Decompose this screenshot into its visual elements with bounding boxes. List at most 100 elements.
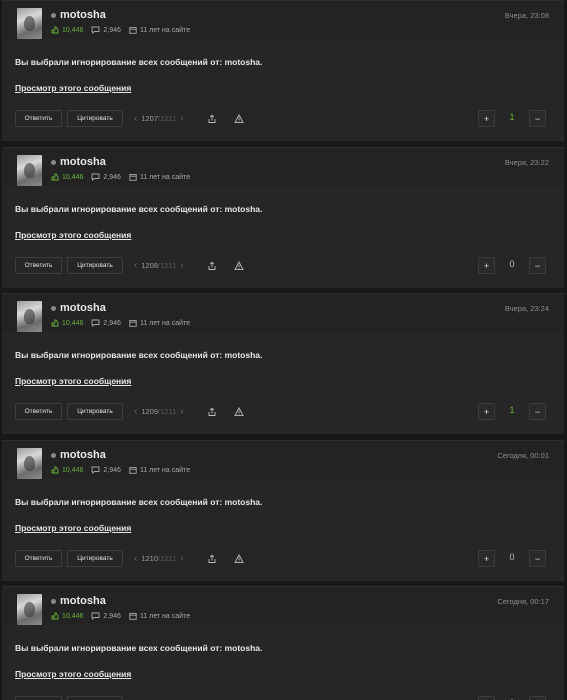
quote-button[interactable]: Цитировать (67, 550, 123, 567)
post-number: 1208 (141, 261, 159, 270)
vote-down-button[interactable]: − (529, 110, 546, 127)
on-site-stat: 11 лет на сайте (129, 319, 190, 327)
vote-up-button[interactable]: + (478, 696, 495, 700)
chevron-left-icon[interactable]: ‹ (134, 260, 137, 271)
view-message-link[interactable]: Просмотр этого сообщения (15, 230, 131, 240)
chevron-right-icon[interactable]: › (180, 553, 183, 564)
posts-count: 2,946 (103, 26, 121, 34)
reputation-value: 10,446 (62, 173, 84, 181)
post-body: Вы выбрали игнорирование всех сообщений … (2, 625, 564, 700)
vote-up-button[interactable]: + (478, 257, 495, 274)
avatar[interactable] (17, 448, 42, 479)
share-icon[interactable] (206, 553, 217, 564)
post-header: motosha Вчера, 23:22 10,446 2,946 11 лет… (2, 148, 564, 186)
reply-button[interactable]: Ответить (15, 110, 62, 127)
warning-icon[interactable] (233, 553, 244, 564)
post-card: motosha Вчера, 23:08 10,446 2,946 11 лет… (2, 0, 564, 141)
reply-button[interactable]: Ответить (15, 403, 62, 420)
username[interactable]: motosha (60, 449, 106, 461)
reputation-stat: 10,446 (51, 173, 83, 181)
reputation-stat: 10,446 (51, 26, 83, 34)
reply-button[interactable]: Ответить (15, 550, 62, 567)
post-card: motosha Вчера, 23:22 10,446 2,946 11 лет… (2, 147, 564, 288)
chevron-right-icon[interactable]: › (180, 260, 183, 271)
ignore-notice: Вы выбрали игнорирование всех сообщений … (15, 643, 263, 653)
reputation-icon (51, 173, 59, 181)
avatar[interactable] (17, 155, 42, 186)
post-total: /1211 (158, 261, 177, 270)
online-status-icon (51, 453, 56, 458)
post-date[interactable]: Сегодня, 00:17 (497, 597, 549, 606)
post-body: Вы выбрали игнорирование всех сообщений … (2, 479, 564, 580)
warning-icon[interactable] (233, 406, 244, 417)
post-header: motosha Вчера, 23:24 10,446 2,946 11 лет… (2, 294, 564, 332)
online-status-icon (51, 306, 56, 311)
username[interactable]: motosha (60, 302, 106, 314)
user-stats: 10,446 2,946 11 лет на сайте (51, 26, 198, 34)
ignore-notice: Вы выбрали игнорирование всех сообщений … (15, 204, 263, 214)
user-stats: 10,446 2,946 11 лет на сайте (51, 612, 198, 620)
warning-icon[interactable] (233, 260, 244, 271)
vote-up-button[interactable]: + (478, 110, 495, 127)
share-icon[interactable] (206, 260, 217, 271)
posts-stat: 2,946 (91, 612, 121, 620)
quote-button[interactable]: Цитировать (67, 257, 123, 274)
chevron-left-icon[interactable]: ‹ (134, 113, 137, 124)
calendar-icon (129, 467, 137, 474)
vote-down-button[interactable]: − (529, 696, 546, 700)
on-site-stat: 11 лет на сайте (129, 26, 190, 34)
reputation-stat: 10,446 (51, 466, 83, 474)
reply-button[interactable]: Ответить (15, 257, 62, 274)
quote-button[interactable]: Цитировать (67, 696, 123, 700)
post-date[interactable]: Вчера, 23:08 (505, 11, 549, 20)
post-date[interactable]: Сегодня, 00:01 (497, 451, 549, 460)
username[interactable]: motosha (60, 9, 106, 21)
on-site-duration: 11 лет на сайте (139, 26, 191, 34)
chevron-right-icon[interactable]: › (180, 406, 183, 417)
posts-stat: 2,946 (91, 173, 121, 181)
post-total: /1211 (158, 554, 177, 563)
vote-up-button[interactable]: + (478, 550, 495, 567)
view-message-link[interactable]: Просмотр этого сообщения (15, 376, 131, 386)
reputation-icon (51, 612, 59, 620)
vote-down-button[interactable]: − (529, 550, 546, 567)
chevron-left-icon[interactable]: ‹ (134, 553, 137, 564)
chevron-left-icon[interactable]: ‹ (134, 406, 137, 417)
reply-button[interactable]: Ответить (15, 696, 62, 700)
avatar[interactable] (17, 8, 42, 39)
chevron-right-icon[interactable]: › (180, 113, 183, 124)
post-date[interactable]: Вчера, 23:24 (505, 304, 549, 313)
post-navigation: ‹ 1209/1211 › (130, 403, 188, 420)
username[interactable]: motosha (60, 156, 106, 168)
quote-button[interactable]: Цитировать (67, 403, 123, 420)
post-navigation: ‹ 1208/1211 › (130, 257, 188, 274)
vote-score: 1 (509, 405, 515, 415)
avatar[interactable] (17, 594, 42, 625)
quote-button[interactable]: Цитировать (67, 110, 123, 127)
ignore-notice: Вы выбрали игнорирование всех сообщений … (15, 57, 263, 67)
post-card: motosha Сегодня, 00:17 10,446 2,946 11 л… (2, 586, 564, 700)
vote-down-button[interactable]: − (529, 257, 546, 274)
username[interactable]: motosha (60, 595, 106, 607)
posts-count: 2,946 (103, 466, 121, 474)
comment-icon (91, 612, 100, 620)
on-site-duration: 11 лет на сайте (139, 173, 191, 181)
avatar[interactable] (17, 301, 42, 332)
post-number: 1210 (141, 554, 159, 563)
post-number: 1209 (141, 407, 159, 416)
calendar-icon (129, 174, 137, 181)
view-message-link[interactable]: Просмотр этого сообщения (15, 669, 131, 679)
on-site-stat: 11 лет на сайте (129, 466, 190, 474)
posts-stat: 2,946 (91, 26, 121, 34)
vote-down-button[interactable]: − (529, 403, 546, 420)
warning-icon[interactable] (233, 113, 244, 124)
view-message-link[interactable]: Просмотр этого сообщения (15, 523, 131, 533)
calendar-icon (129, 27, 137, 34)
post-date[interactable]: Вчера, 23:22 (505, 158, 549, 167)
on-site-stat: 11 лет на сайте (129, 173, 190, 181)
share-icon[interactable] (206, 113, 217, 124)
share-icon[interactable] (206, 406, 217, 417)
view-message-link[interactable]: Просмотр этого сообщения (15, 83, 131, 93)
vote-up-button[interactable]: + (478, 403, 495, 420)
reputation-icon (51, 466, 59, 474)
